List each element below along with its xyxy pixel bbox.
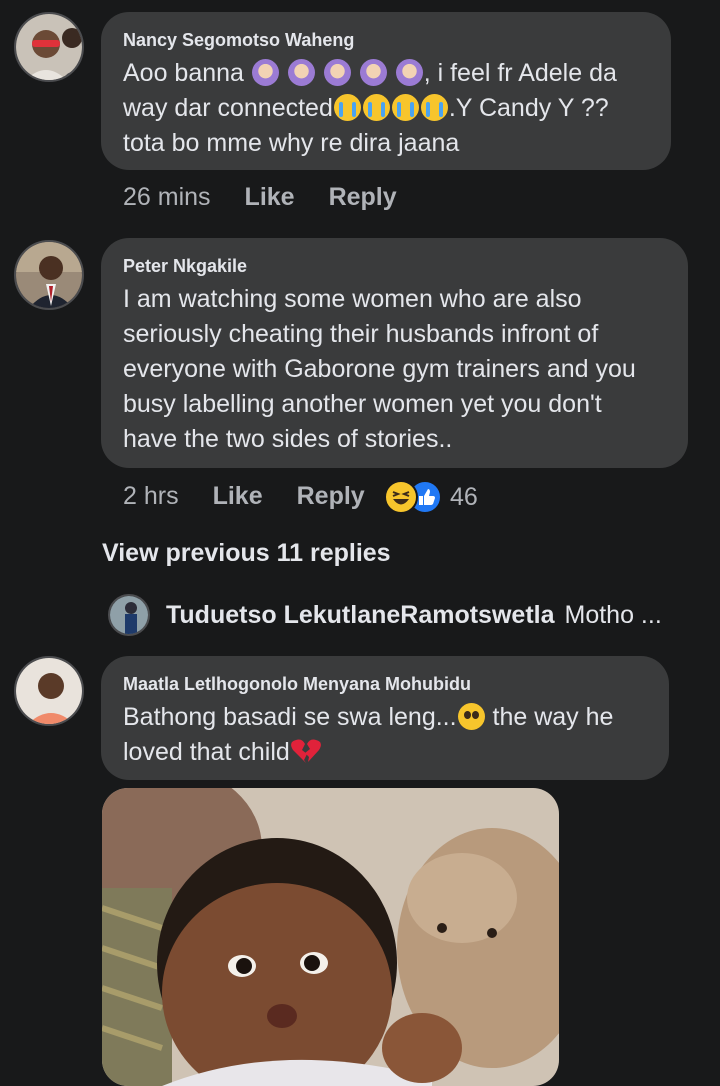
comment-text: I am watching some women who are also se… [123,285,636,453]
reply-snippet[interactable]: Motho ... [565,601,662,630]
comment-text: Aoo banna , i feel fr Adele da way dar c… [123,59,617,157]
loudly-crying-face-icon [362,94,390,121]
woman-gesturing-emoji-icon [287,59,315,86]
timestamp[interactable]: 26 mins [123,183,211,212]
comment-author[interactable]: Nancy Segomotso Waheng [123,28,649,52]
like-button[interactable]: Like [213,482,263,511]
woman-gesturing-emoji-icon [251,59,279,86]
comments-thread: Nancy Segomotso Waheng Aoo banna , i fee… [0,0,720,1086]
comment-bubble: Peter Nkgakile I am watching some women … [101,238,688,468]
woman-gesturing-emoji-icon [395,59,423,86]
like-button[interactable]: Like [245,183,295,212]
comment-author[interactable]: Peter Nkgakile [123,254,666,278]
comment-bubble: Nancy Segomotso Waheng Aoo banna , i fee… [101,12,671,170]
avatar-tuduetso[interactable] [108,594,150,636]
timestamp[interactable]: 2 hrs [123,482,179,511]
comment-text: Bathong basadi se swa leng... the way he… [123,703,614,766]
comment-meta: 2 hrs Like Reply [123,482,399,511]
woman-gesturing-emoji-icon [359,59,387,86]
avatar-maatla[interactable] [14,656,84,726]
reply-author[interactable]: Tuduetso LekutlaneRamotswetla [166,601,555,630]
pleading-face-icon [457,703,485,730]
loudly-crying-face-icon [420,94,448,121]
broken-heart-icon [290,739,321,763]
loudly-crying-face-icon [333,94,361,121]
avatar-nancy[interactable] [14,12,84,82]
woman-gesturing-emoji-icon [323,59,351,86]
baby-photo-image [102,788,559,1086]
avatar-peter[interactable] [14,240,84,310]
comment-photo[interactable] [102,788,559,1086]
haha-reaction-icon [384,480,418,514]
reaction-summary[interactable]: 46 [384,480,478,514]
reply-button[interactable]: Reply [329,183,397,212]
collapsed-reply[interactable]: Tuduetso LekutlaneRamotswetla Motho ... [108,594,662,636]
comment-author[interactable]: Maatla Letlhogonolo Menyana Mohubidu [123,672,647,696]
view-previous-replies-link[interactable]: View previous 11 replies [102,539,391,568]
loudly-crying-face-icon [391,94,419,121]
comment-bubble: Maatla Letlhogonolo Menyana Mohubidu Bat… [101,656,669,780]
comment-meta: 26 mins Like Reply [123,183,431,212]
reaction-count: 46 [450,482,478,511]
reply-button[interactable]: Reply [297,482,365,511]
